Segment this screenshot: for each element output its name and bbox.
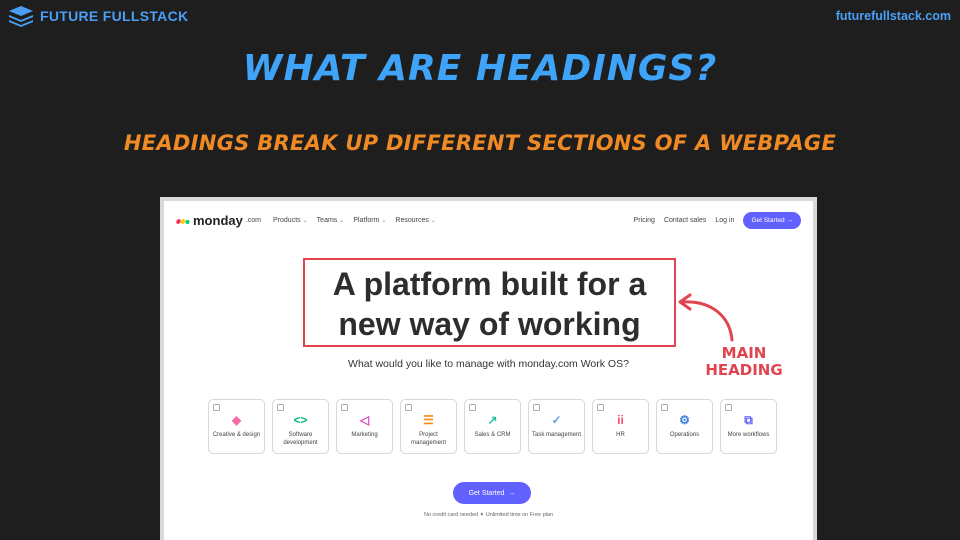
- button-label: Get Started: [751, 216, 785, 224]
- card-checkbox[interactable]: [597, 404, 604, 411]
- logo-suffix: .com: [245, 216, 262, 224]
- gears-icon: ⚙: [679, 413, 690, 427]
- megaphone-icon: ◁: [359, 413, 370, 427]
- slide-subtitle: HEADINGS BREAK UP DIFFERENT SECTIONS OF …: [123, 131, 837, 155]
- card-label: Project management: [410, 432, 447, 446]
- card-checkbox[interactable]: [469, 404, 476, 411]
- cta-footnote: No credit card needed ✦ Unlimited time o…: [423, 512, 554, 518]
- curved-arrow-icon: [678, 293, 734, 342]
- workflow-card[interactable]: ⧉ More workflows: [720, 399, 777, 454]
- bars-icon: ☰: [423, 413, 434, 427]
- contact-sales-link[interactable]: Contact sales: [664, 217, 706, 224]
- brand-logo: FUTURE FULLSTACK: [8, 5, 188, 27]
- card-checkbox[interactable]: [213, 404, 220, 411]
- code-icon: <>: [293, 413, 308, 427]
- card-label: Sales & CRM: [474, 432, 511, 438]
- check-icon: ✓: [551, 413, 562, 427]
- top-nav: monday .com Products ⌄ Teams ⌄ Platform ⌄ Re…: [164, 201, 813, 239]
- workflow-card[interactable]: ◁ Marketing: [336, 399, 393, 454]
- card-label: More workflows: [727, 432, 770, 438]
- card-checkbox[interactable]: [725, 404, 732, 411]
- monday-logo-icon: [176, 218, 190, 224]
- stack-icon: ⧉: [744, 413, 753, 427]
- button-label: Get Started: [468, 489, 505, 497]
- chevron-down-icon: ⌄: [430, 217, 436, 224]
- pricing-link[interactable]: Pricing: [634, 217, 655, 224]
- workflow-card[interactable]: ◆ Creative & design: [208, 399, 265, 454]
- workflow-card[interactable]: ✓ Task management: [528, 399, 585, 454]
- main-heading-highlight: A platform built for a new way of workin…: [303, 258, 676, 347]
- workflow-card[interactable]: ☰ Project management: [400, 399, 457, 454]
- arrow-right-icon: →: [786, 216, 794, 224]
- layers-icon: [9, 6, 33, 27]
- brand-name: FUTURE FULLSTACK: [40, 8, 189, 24]
- arrow-right-icon: →: [508, 489, 516, 497]
- nav-item-resources[interactable]: Resources ⌄: [395, 217, 436, 224]
- annotation-line-1: MAIN: [721, 344, 767, 362]
- chevron-down-icon: ⌄: [302, 217, 308, 224]
- card-checkbox[interactable]: [341, 404, 348, 411]
- hero-heading-line-1: A platform built for a: [332, 266, 647, 302]
- workflow-cards: ◆ Creative & design <> Software development…: [208, 399, 777, 454]
- get-started-button[interactable]: Get Started →: [453, 482, 531, 504]
- main-heading-annotation: MAIN HEADING: [703, 345, 785, 378]
- card-checkbox[interactable]: [533, 404, 540, 411]
- workflow-card[interactable]: ii HR: [592, 399, 649, 454]
- chevron-down-icon: ⌄: [381, 217, 387, 224]
- card-label: Software development: [283, 432, 318, 446]
- monday-logo[interactable]: monday .com: [176, 213, 261, 228]
- nav-menu: Products ⌄ Teams ⌄ Platform ⌄ Resources ⌄: [273, 217, 436, 224]
- trend-icon: ↗: [487, 413, 498, 427]
- people-icon: ii: [617, 413, 624, 427]
- nav-item-teams[interactable]: Teams ⌄: [317, 217, 345, 224]
- slide-title: WHAT ARE HEADINGS?: [242, 48, 718, 89]
- card-label: Marketing: [351, 432, 378, 438]
- card-checkbox[interactable]: [405, 404, 412, 411]
- card-label: Creative & design: [212, 432, 261, 438]
- chevron-down-icon: ⌄: [339, 217, 345, 224]
- logo-word: monday: [193, 212, 243, 228]
- nav-item-platform[interactable]: Platform ⌄: [353, 217, 386, 224]
- workflow-card[interactable]: ↗ Sales & CRM: [464, 399, 521, 454]
- workflow-card[interactable]: <> Software development: [272, 399, 329, 454]
- nav-item-products[interactable]: Products ⌄: [273, 217, 308, 224]
- card-label: Task management: [531, 432, 582, 438]
- card-label: Operations: [669, 432, 700, 438]
- nav-label: Platform: [353, 216, 380, 224]
- nav-label: Resources: [395, 216, 429, 224]
- card-checkbox[interactable]: [277, 404, 284, 411]
- card-checkbox[interactable]: [661, 404, 668, 411]
- workflow-card[interactable]: ⚙ Operations: [656, 399, 713, 454]
- hero-heading-line-2: new way of working: [338, 306, 641, 342]
- nav-label: Teams: [316, 216, 338, 224]
- nav-right: Pricing Contact sales Log in Get Started…: [634, 211, 801, 229]
- get-started-top-button[interactable]: Get Started →: [743, 211, 801, 229]
- card-label: HR: [616, 432, 625, 438]
- nav-label: Products: [273, 216, 301, 224]
- shapes-icon: ◆: [231, 413, 242, 427]
- login-link[interactable]: Log in: [715, 217, 734, 224]
- site-url[interactable]: futurefullstack.com: [836, 9, 951, 23]
- annotation-line-2: HEADING: [705, 360, 783, 379]
